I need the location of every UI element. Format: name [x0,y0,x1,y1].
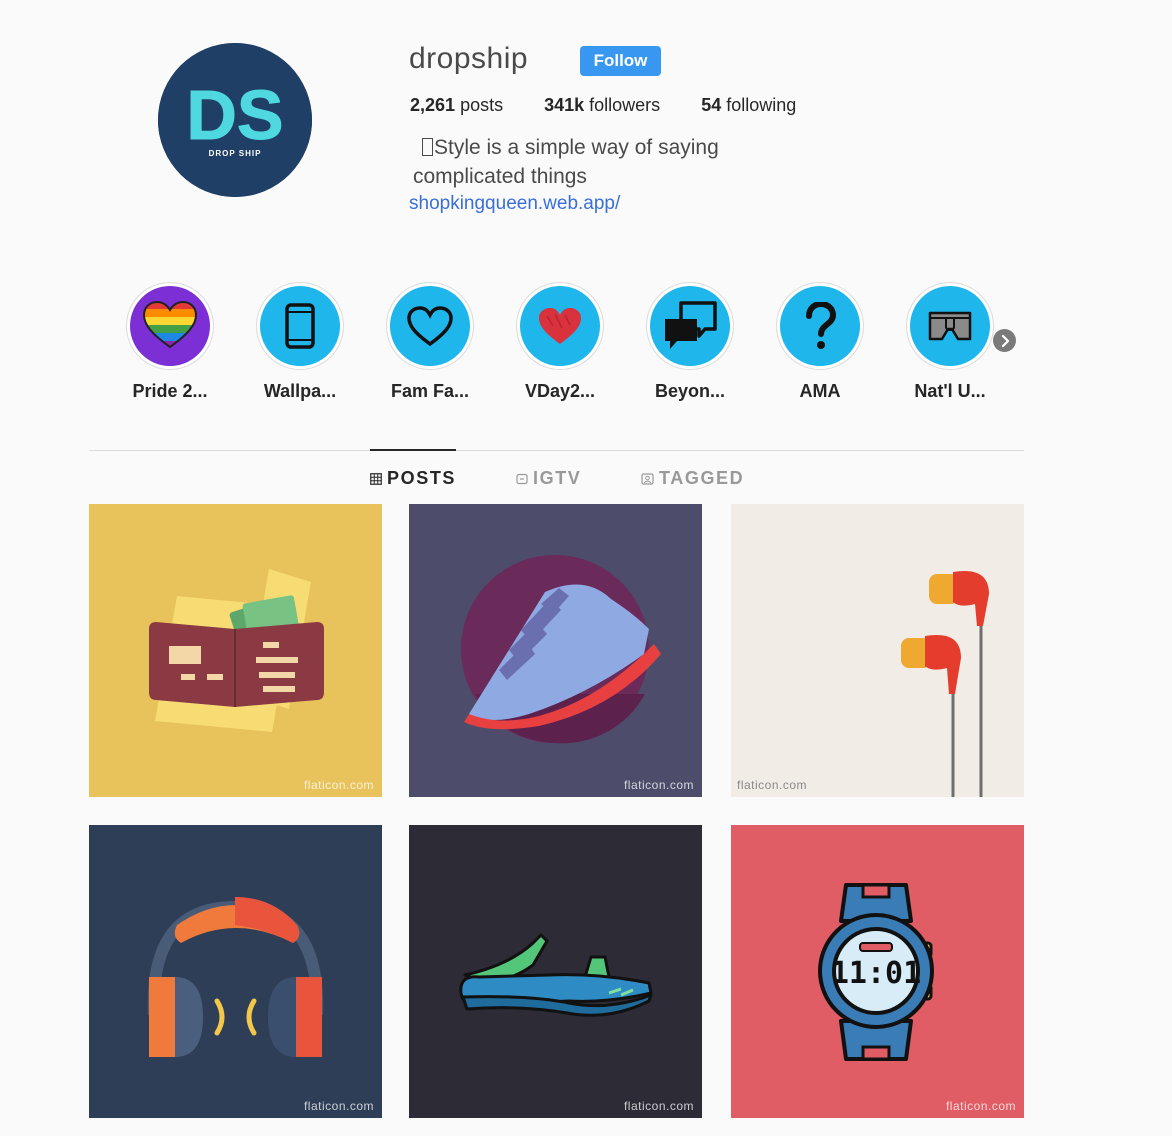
profile-username: dropship [409,42,529,75]
profile-avatar[interactable]: DS DROP SHIP [158,43,312,197]
highlight-label: Pride 2... [132,381,208,401]
post-headphones[interactable]: flaticon.com [89,825,382,1118]
underwear-icon [910,286,990,366]
following-stat[interactable]: 54 following [701,95,796,116]
followers-label: followers [589,95,661,115]
highlight-fam-fave[interactable]: Fam Fa... [365,282,495,402]
grid-icon [370,472,382,485]
posts-count: 2,261 [410,95,456,115]
svg-text:DROP SHIP: DROP SHIP [209,149,262,158]
post-watermark: flaticon.com [945,1099,1016,1113]
heart-outline-icon [390,286,470,366]
earphones-illustration [731,504,1024,797]
tabs-divider [89,450,1024,451]
highlight-label: AMA [799,381,841,401]
tab-tagged[interactable]: TAGGED [641,468,744,489]
bio-line-2: complicated things [413,165,587,188]
posts-stat: 2,261 posts [410,95,503,116]
follow-button[interactable]: Follow [580,46,661,76]
highlight-label: Fam Fa... [390,381,470,401]
tab-label: IGTV [533,468,582,488]
svg-text:DS: DS [186,76,283,154]
sandal-illustration [409,825,702,1118]
tab-label: POSTS [387,468,457,488]
red-heart-icon [520,286,600,366]
post-wallet[interactable]: flaticon.com [89,504,382,797]
tab-posts[interactable]: POSTS [370,468,456,489]
watch-illustration: 11:01 [731,825,1024,1118]
following-label: following [726,95,797,115]
bio-line-1: Style is a simple way of saying [434,136,719,159]
highlight-label: Nat'l U... [914,381,986,401]
highlight-pride[interactable]: Pride 2... [105,282,235,402]
headphones-illustration [89,825,382,1118]
sneaker-illustration [409,504,702,797]
highlight-wallpaper[interactable]: Wallpa... [235,282,365,402]
highlight-beyond[interactable]: Beyon... [625,282,755,402]
tag-icon [641,472,654,485]
post-watermark: flaticon.com [737,778,808,792]
following-count: 54 [701,95,722,115]
post-watermark: flaticon.com [623,778,694,792]
question-mark-icon [780,286,860,366]
highlight-label: Beyon... [654,381,725,401]
highlight-label: VDay2... [524,381,596,401]
highlight-label: Wallpa... [263,381,337,401]
wallet-illustration [89,504,382,797]
highlights-next-button[interactable] [993,329,1016,352]
tab-igtv[interactable]: IGTV [516,468,581,489]
post-sandal[interactable]: flaticon.com [409,825,702,1118]
tv-icon [516,473,528,485]
tab-label: TAGGED [659,468,745,488]
speech-bubbles-icon [650,286,730,366]
post-watch[interactable]: 11:01 flaticon.com [731,825,1024,1118]
profile-link[interactable]: shopkingqueen.web.app/ [409,193,620,215]
posts-label: posts [460,95,504,115]
followers-stat[interactable]: 341k followers [544,95,660,116]
highlight-vday[interactable]: VDay2... [495,282,625,402]
post-watermark: flaticon.com [303,778,374,792]
followers-count: 341k [544,95,585,115]
post-watermark: flaticon.com [303,1099,374,1113]
active-tab-indicator [370,449,456,451]
svg-text:11:01: 11:01 [831,956,921,991]
missing-glyph-icon [422,138,433,156]
phone-icon [260,286,340,366]
post-earphones[interactable]: flaticon.com [731,504,1024,797]
rainbow-heart-icon [130,286,210,366]
post-sneaker[interactable]: flaticon.com [409,504,702,797]
profile-bio: Style is a simple way of saying complica… [413,133,773,191]
post-watermark: flaticon.com [623,1099,694,1113]
chevron-right-icon [1001,334,1009,347]
profile-stats: 2,261 posts 341k followers 54 following [410,95,837,116]
highlight-ama[interactable]: AMA [755,282,885,402]
